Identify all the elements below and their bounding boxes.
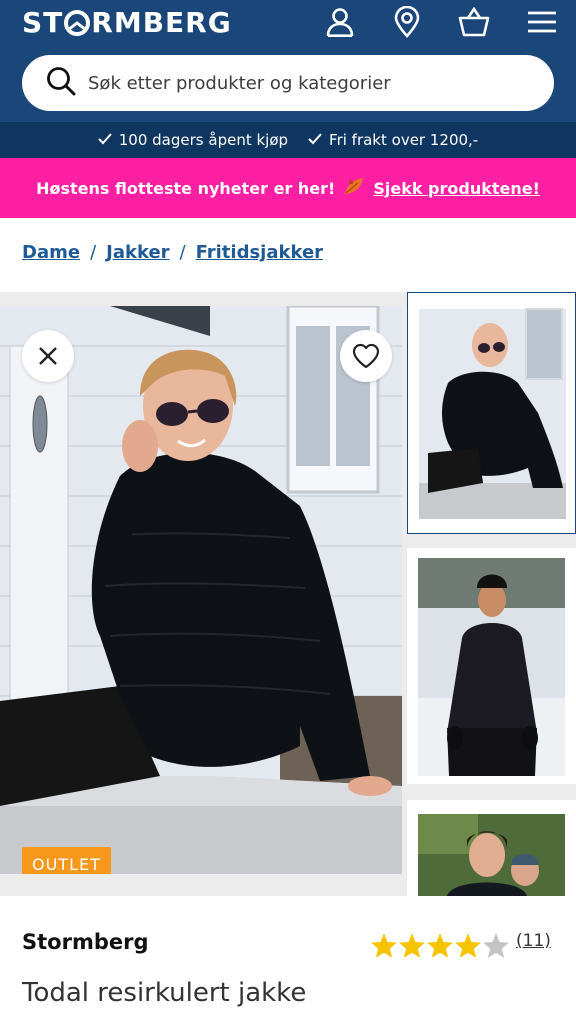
- thumbnail-3[interactable]: [407, 800, 576, 896]
- star-filled-icon: [455, 933, 481, 958]
- heart-icon: [352, 343, 380, 369]
- review-count[interactable]: (11): [516, 931, 551, 951]
- outlet-badge: OUTLET: [22, 847, 111, 874]
- search-icon[interactable]: [46, 66, 76, 101]
- stormberg-logo[interactable]: ST RMBERG: [22, 5, 232, 39]
- main-product-image[interactable]: OUTLET: [0, 306, 402, 874]
- logo-mountain-icon: [64, 10, 91, 36]
- thumbnail-image: [408, 293, 575, 533]
- usp-item: 100 dagers åpent kjøp: [98, 131, 288, 149]
- shopping-basket-icon[interactable]: [456, 4, 492, 40]
- product-title: Todal resirkulert jakke: [22, 978, 307, 1008]
- menu-icon[interactable]: [524, 4, 560, 40]
- thumbnail-2[interactable]: [407, 548, 576, 784]
- breadcrumb-separator: /: [90, 242, 97, 263]
- product-rating[interactable]: (11): [370, 931, 551, 959]
- location-pin-icon[interactable]: [389, 4, 425, 40]
- autumn-leaf-icon: [343, 176, 365, 200]
- star-filled-icon: [427, 933, 453, 958]
- thumbnail-1[interactable]: [407, 292, 576, 534]
- logo-text-rest: RMBERG: [91, 5, 232, 39]
- breadcrumb-item-dame[interactable]: Dame: [22, 242, 80, 263]
- search-bar[interactable]: [22, 55, 554, 111]
- star-empty-icon: [483, 933, 509, 958]
- thumbnail-image: [407, 800, 576, 896]
- product-brand: Stormberg: [22, 930, 149, 954]
- close-icon: [39, 347, 57, 365]
- promo-banner: Høstens flotteste nyheter er her! Sjekk …: [0, 158, 576, 218]
- main-photo: [0, 306, 402, 874]
- search-input[interactable]: [88, 72, 528, 94]
- thumbnail-image: [407, 548, 576, 784]
- user-icon[interactable]: [322, 4, 358, 40]
- close-button[interactable]: [22, 330, 74, 382]
- breadcrumb: Dame / Jakker / Fritidsjakker: [22, 242, 323, 263]
- breadcrumb-item-jakker[interactable]: Jakker: [106, 242, 169, 263]
- logo-text: ST: [22, 5, 64, 39]
- wishlist-button[interactable]: [340, 330, 392, 382]
- star-filled-icon: [371, 933, 397, 958]
- promo-link[interactable]: Sjekk produktene!: [373, 179, 540, 198]
- usp-label: 100 dagers åpent kjøp: [118, 131, 289, 149]
- breadcrumb-item-fritidsjakker[interactable]: Fritidsjakker: [196, 242, 323, 263]
- rating-stars: [370, 932, 510, 959]
- usp-bar: 100 dagers åpent kjøp Fri frakt over 120…: [0, 122, 576, 158]
- usp-label: Fri frakt over 1200,-: [329, 131, 479, 149]
- breadcrumb-separator: /: [179, 242, 186, 263]
- site-header: ST RMBERG: [0, 0, 576, 122]
- checkmark-icon: [98, 131, 112, 149]
- usp-item: Fri frakt over 1200,-: [308, 131, 478, 149]
- star-filled-icon: [399, 933, 425, 958]
- promo-text: Høstens flotteste nyheter er her!: [36, 178, 336, 198]
- checkmark-icon: [308, 131, 322, 149]
- product-gallery: OUTLET: [0, 292, 576, 896]
